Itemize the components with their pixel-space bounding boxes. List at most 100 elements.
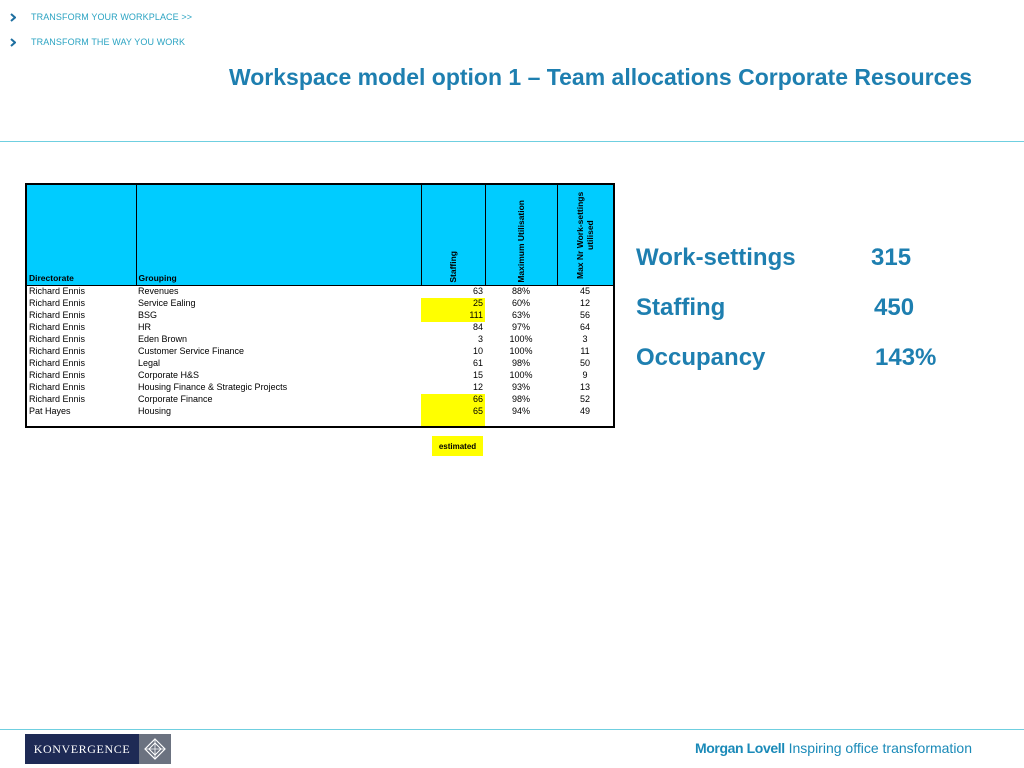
cell-worksettings: 9 — [582, 370, 588, 380]
chevron-right-icon — [10, 10, 24, 24]
cell-staffing: 65 — [421, 405, 485, 427]
cell-directorate: Richard Ennis — [29, 394, 86, 404]
cell-worksettings: 13 — [579, 382, 590, 392]
cell-utilisation: 97% — [511, 322, 530, 332]
kpi-label: Staffing — [636, 294, 726, 321]
column-header-max-worksettings-label: Max Nr Work-settings utilised — [575, 191, 596, 279]
table-row: Richard Ennis BSG 111 63% 56 — [26, 309, 614, 322]
cell-utilisation: 94% — [511, 405, 530, 416]
cell-directorate: Richard Ennis — [29, 322, 86, 332]
table-row: Richard Ennis Corporate Finance 66 98% 52 — [26, 393, 614, 406]
cell-directorate: Pat Hayes — [29, 405, 71, 416]
kpi-value: 315 — [871, 244, 912, 271]
morgan-lovell-tagline: Inspiring office transformation — [788, 740, 972, 756]
cell-utilisation: 93% — [511, 382, 530, 392]
cell-grouping: Housing Finance & Strategic Projects — [138, 382, 288, 392]
cell-grouping: Revenues — [138, 286, 179, 297]
cell-directorate: Richard Ennis — [29, 358, 86, 368]
cell-worksettings: 45 — [579, 286, 590, 297]
cell-staffing: 10 — [472, 346, 483, 356]
diamond-logo-icon — [139, 734, 171, 764]
kpi-value: 143% — [875, 344, 937, 371]
morgan-lovell-logo: Morgan Lovell Inspiring office transform… — [695, 740, 972, 756]
cell-utilisation: 60% — [511, 298, 530, 308]
nav-link-transform-workplace[interactable]: TRANSFORM YOUR WORKPLACE >> — [10, 10, 192, 24]
nav-link-label: TRANSFORM YOUR WORKPLACE >> — [31, 12, 193, 22]
table-row: Richard Ennis Corporate H&S 15 100% 9 — [26, 370, 614, 382]
cell-staffing: 61 — [472, 358, 483, 368]
cell-worksettings: 64 — [579, 322, 590, 332]
cell-directorate: Richard Ennis — [29, 298, 86, 308]
column-header-staffing: Staffing — [420, 183, 486, 286]
cell-directorate: Richard Ennis — [29, 346, 86, 356]
cell-directorate: Richard Ennis — [29, 382, 86, 392]
table-body: Richard Ennis Revenues 63 88% 45 Richard Enni… — [26, 286, 614, 427]
cell-utilisation: 88% — [511, 286, 530, 297]
cell-grouping: Service Ealing — [138, 298, 196, 308]
cell-grouping: BSG — [138, 310, 158, 320]
kpi-label: Occupancy — [636, 344, 766, 371]
table-row: Pat Hayes Housing 65 94% 49 — [26, 405, 614, 427]
table-row: Richard Ennis Service Ealing 25 60% 12 — [26, 297, 614, 310]
table-row: Richard Ennis HR 84 97% 64 — [26, 322, 614, 334]
cell-staffing: 25 — [421, 297, 485, 310]
chevron-right-icon — [10, 35, 24, 49]
cell-worksettings: 56 — [579, 310, 590, 320]
nav-link-label: TRANSFORM THE WAY YOU WORK — [31, 37, 186, 47]
cell-directorate: Richard Ennis — [29, 286, 86, 297]
footer-divider — [0, 729, 1024, 730]
kpi-value: 450 — [874, 294, 915, 321]
kpi-label: Work-settings — [636, 244, 796, 271]
cell-worksettings: 52 — [579, 394, 590, 404]
cell-staffing: 3 — [477, 334, 483, 344]
cell-grouping: Corporate H&S — [138, 370, 200, 380]
column-header-max-utilisation-label: Maximum Utilisation — [516, 200, 526, 283]
table-row: Richard Ennis Revenues 63 88% 45 — [26, 286, 614, 298]
table-header-row: Directorate Grouping Staffing Maximum Ut… — [25, 183, 615, 286]
cell-staffing: 15 — [472, 370, 483, 380]
table-row: Richard Ennis Housing Finance & Strategic… — [26, 382, 614, 394]
cell-worksettings: 12 — [579, 298, 590, 308]
cell-staffing: 66 — [421, 393, 485, 406]
estimated-legend: estimated — [432, 436, 483, 456]
team-allocations-table: Directorate Grouping Staffing Maximum Ut… — [25, 183, 615, 428]
cell-grouping: Housing — [138, 405, 172, 416]
nav-link-transform-way-you-work[interactable]: TRANSFORM THE WAY YOU WORK — [10, 35, 185, 49]
cell-grouping: Corporate Finance — [138, 394, 213, 404]
column-header-grouping: Grouping — [135, 183, 422, 286]
cell-worksettings: 49 — [579, 405, 590, 416]
table-row: Richard Ennis Eden Brown 3 100% 3 — [26, 334, 614, 346]
cell-utilisation: 100% — [509, 334, 533, 344]
cell-utilisation: 98% — [511, 394, 530, 404]
top-nav: TRANSFORM YOUR WORKPLACE >> — [10, 10, 192, 24]
cell-staffing: 12 — [472, 382, 483, 392]
konvergence-logo: KONVERGENCE — [25, 734, 171, 764]
konvergence-logo-text: KONVERGENCE — [25, 734, 139, 764]
column-header-directorate: Directorate — [25, 183, 137, 286]
cell-grouping: Eden Brown — [138, 334, 188, 344]
cell-grouping: Legal — [138, 358, 161, 368]
column-header-max-utilisation: Maximum Utilisation — [484, 183, 558, 286]
table-row: Richard Ennis Legal 61 98% 50 — [26, 358, 614, 370]
cell-worksettings: 50 — [579, 358, 590, 368]
cell-staffing: 63 — [472, 286, 483, 297]
cell-staffing: 84 — [472, 322, 483, 332]
cell-worksettings: 3 — [582, 334, 588, 344]
morgan-lovell-brand: Morgan Lovell — [695, 740, 785, 756]
cell-utilisation: 98% — [511, 358, 530, 368]
header-divider — [0, 141, 1024, 142]
cell-worksettings: 11 — [580, 346, 590, 356]
cell-grouping: Customer Service Finance — [138, 346, 245, 356]
top-nav-secondary: TRANSFORM THE WAY YOU WORK — [10, 35, 185, 49]
cell-grouping: HR — [138, 322, 151, 332]
cell-directorate: Richard Ennis — [29, 310, 86, 320]
column-header-max-worksettings: Max Nr Work-settings utilised — [556, 183, 615, 286]
page-title: Workspace model option 1 – Team allocati… — [228, 64, 972, 90]
cell-staffing: 111 — [421, 309, 485, 322]
cell-directorate: Richard Ennis — [29, 370, 86, 380]
column-header-staffing-label: Staffing — [448, 251, 458, 283]
cell-utilisation: 100% — [509, 346, 533, 356]
table-row: Richard Ennis Customer Service Finance 10 1… — [26, 346, 614, 358]
cell-directorate: Richard Ennis — [29, 334, 86, 344]
cell-utilisation: 63% — [511, 310, 530, 320]
